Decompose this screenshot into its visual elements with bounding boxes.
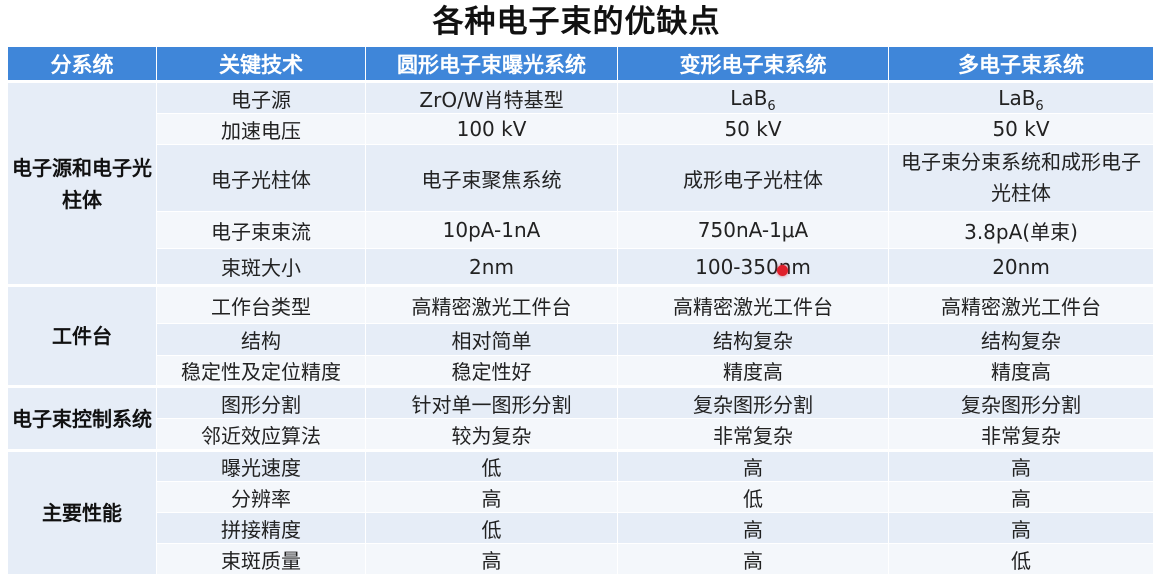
subscript: 6 [1035,99,1043,114]
table-row: 拼接精度 低 高 高 [8,513,1153,544]
cell: 10pA-1nA [366,212,618,249]
cell: 50 kV [889,114,1153,145]
cell: 50 kV [618,114,889,145]
cell: LaB6 [889,82,1153,114]
subscript: 6 [767,99,775,114]
column-header: 变形电子束系统 [618,47,889,82]
cell: 高 [889,451,1153,482]
table-row: 束斑质量 高 高 低 [8,544,1153,575]
cell: 20nm [889,249,1153,286]
row-key: 结构 [157,324,366,356]
table-header-row: 分系统 关键技术 圆形电子束曝光系统 变形电子束系统 多电子束系统 [8,47,1153,82]
cell: 高精密激光工件台 [618,286,889,324]
table-row: 电子源和电子光柱体 电子源 ZrO/W肖特基型 LaB6 LaB6 [8,82,1153,114]
table-row: 稳定性及定位精度 稳定性好 精度高 精度高 [8,356,1153,387]
cell: 2nm [366,249,618,286]
cell: 电子束聚焦系统 [366,145,618,212]
cell: 结构复杂 [618,324,889,356]
row-key: 分辨率 [157,482,366,513]
table-row: 束斑大小 2nm 100-350nm 20nm [8,249,1153,286]
cell: 低 [889,544,1153,575]
table-row: 分辨率 高 低 高 [8,482,1153,513]
cell: 成形电子光柱体 [618,145,889,212]
row-key: 电子光柱体 [157,145,366,212]
cell: 精度高 [889,356,1153,387]
cell: 高 [889,482,1153,513]
column-header: 关键技术 [157,47,366,82]
cell: 针对单一图形分割 [366,387,618,419]
cell: 100-350nm [618,249,889,286]
table-row: 电子束束流 10pA-1nA 750nA-1μA 3.8pA(单束) [8,212,1153,249]
cell: ZrO/W肖特基型 [366,82,618,114]
cell: 低 [366,513,618,544]
cell: 稳定性好 [366,356,618,387]
comparison-table: 分系统 关键技术 圆形电子束曝光系统 变形电子束系统 多电子束系统 电子源和电子… [7,46,1153,575]
laser-pointer-dot [777,265,788,276]
cell: 相对简单 [366,324,618,356]
group-label: 工件台 [8,286,157,387]
cell: 复杂图形分割 [618,387,889,419]
column-header: 圆形电子束曝光系统 [366,47,618,82]
cell: 高 [366,482,618,513]
cell: 结构复杂 [889,324,1153,356]
row-key: 拼接精度 [157,513,366,544]
row-key: 电子束束流 [157,212,366,249]
table-row: 电子光柱体 电子束聚焦系统 成形电子光柱体 电子束分束系统和成形电子光柱体 [8,145,1153,212]
row-key: 加速电压 [157,114,366,145]
cell: 100 kV [366,114,618,145]
cell: 精度高 [618,356,889,387]
cell: 高精密激光工件台 [366,286,618,324]
table-row: 结构 相对简单 结构复杂 结构复杂 [8,324,1153,356]
table-row: 电子束控制系统 图形分割 针对单一图形分割 复杂图形分割 复杂图形分割 [8,387,1153,419]
cell: 高 [618,451,889,482]
cell: 较为复杂 [366,419,618,451]
cell: 高 [366,544,618,575]
row-key: 图形分割 [157,387,366,419]
cell: 非常复杂 [889,419,1153,451]
cell-text: LaB [998,86,1035,110]
row-key: 曝光速度 [157,451,366,482]
row-key: 邻近效应算法 [157,419,366,451]
row-key: 束斑大小 [157,249,366,286]
row-key: 稳定性及定位精度 [157,356,366,387]
group-label: 电子源和电子光柱体 [8,82,157,286]
cell-text: LaB [730,86,767,110]
cell: 高 [618,544,889,575]
column-header: 多电子束系统 [889,47,1153,82]
row-key: 工作台类型 [157,286,366,324]
row-key: 电子源 [157,82,366,114]
column-header: 分系统 [8,47,157,82]
cell: 高精密激光工件台 [889,286,1153,324]
cell: LaB6 [618,82,889,114]
table-row: 工件台 工作台类型 高精密激光工件台 高精密激光工件台 高精密激光工件台 [8,286,1153,324]
row-key: 束斑质量 [157,544,366,575]
page-title: 各种电子束的优缺点 [0,0,1153,44]
cell: 电子束分束系统和成形电子光柱体 [889,145,1153,212]
group-label: 电子束控制系统 [8,387,157,451]
cell: 非常复杂 [618,419,889,451]
cell: 高 [889,513,1153,544]
cell: 低 [366,451,618,482]
table-row: 主要性能 曝光速度 低 高 高 [8,451,1153,482]
table-row: 加速电压 100 kV 50 kV 50 kV [8,114,1153,145]
cell: 低 [618,482,889,513]
cell: 高 [618,513,889,544]
group-label: 主要性能 [8,451,157,575]
cell: 3.8pA(单束) [889,212,1153,249]
cell: 复杂图形分割 [889,387,1153,419]
table-row: 邻近效应算法 较为复杂 非常复杂 非常复杂 [8,419,1153,451]
cell: 750nA-1μA [618,212,889,249]
